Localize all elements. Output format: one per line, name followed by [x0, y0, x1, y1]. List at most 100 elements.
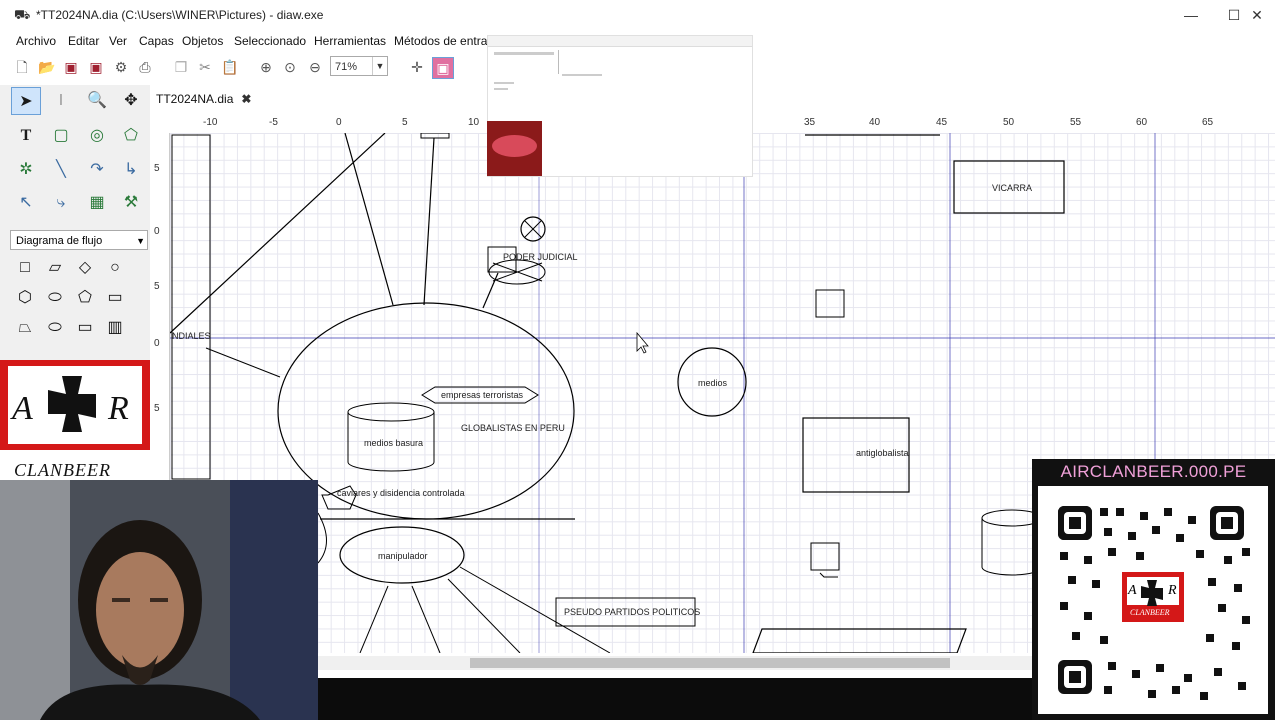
- ruler-tick: 0: [154, 226, 160, 237]
- export-icon[interactable]: ⚙: [111, 57, 131, 77]
- paste-icon[interactable]: 📋: [220, 57, 240, 77]
- menu-archivo[interactable]: Archivo: [16, 34, 56, 48]
- popup-header: [488, 36, 752, 47]
- zoom-out-icon[interactable]: ⊖: [305, 57, 325, 77]
- menu-editar[interactable]: Editar: [68, 34, 99, 48]
- scroll-tool-icon[interactable]: ✥: [116, 87, 146, 115]
- polyline-tool-icon[interactable]: ↖: [11, 189, 41, 217]
- menu-objetos[interactable]: Objetos: [182, 34, 223, 48]
- connector-line: [359, 585, 389, 653]
- manual-operation-shape-icon[interactable]: ⏢: [12, 315, 38, 341]
- card-shape-icon[interactable]: ▭: [72, 315, 98, 341]
- tab-diagram[interactable]: TT2024NA.dia ✖: [150, 88, 256, 110]
- menu-ver[interactable]: Ver: [109, 34, 127, 48]
- window-title: *TT2024NA.dia (C:\Users\WINER\Pictures) …: [36, 8, 324, 22]
- outline-tool-icon[interactable]: ⚒: [116, 189, 146, 217]
- webcam-feed: [0, 480, 318, 720]
- back-wall: [230, 480, 318, 720]
- label-empresas: empresas terroristas: [441, 390, 524, 400]
- pointer-tool-icon[interactable]: ➤: [11, 87, 41, 115]
- decision-shape-icon[interactable]: ◇: [72, 255, 98, 281]
- label-antiglobalista: antiglobalista: [856, 448, 909, 458]
- globalistas-ellipse: [277, 302, 575, 520]
- arc-tool-icon[interactable]: ↷: [82, 156, 112, 184]
- cut-icon[interactable]: ✂: [195, 57, 215, 77]
- ruler-tick: 5: [154, 403, 160, 414]
- connector-line: [317, 512, 327, 564]
- zoom-in-icon[interactable]: ⊕: [256, 57, 276, 77]
- zoom-select[interactable]: 71% ▼: [330, 56, 388, 76]
- title-bar: ⛟ *TT2024NA.dia (C:\Users\WINER\Pictures…: [0, 0, 1280, 30]
- terminal-shape-icon[interactable]: ⬭: [42, 285, 68, 311]
- open-folder-icon[interactable]: 📂: [37, 57, 57, 77]
- bezier-tool-icon[interactable]: ⤷: [46, 189, 76, 217]
- ellipse-tool-icon[interactable]: ◎: [82, 122, 112, 150]
- ruler-tick: 35: [804, 117, 816, 128]
- document-shape-icon[interactable]: ▭: [102, 285, 128, 311]
- ruler-tick: 60: [1136, 117, 1148, 128]
- save-icon[interactable]: ▣: [61, 57, 81, 77]
- qr-logo-letter-a: A: [1128, 583, 1137, 598]
- tab-close-icon[interactable]: ✖: [241, 92, 251, 106]
- chevron-down-icon: ▼: [136, 236, 145, 246]
- popup-line: [494, 52, 554, 55]
- label-pseudo-partidos: PSEUDO PARTIDOS POLITICOS: [564, 607, 701, 617]
- menu-metodos-entrada[interactable]: Métodos de entrad: [394, 34, 494, 48]
- object-snap-icon[interactable]: ▣: [432, 57, 454, 79]
- connector-line: [411, 585, 441, 653]
- zoom-value: 71%: [335, 61, 358, 73]
- close-button[interactable]: ✕: [1234, 4, 1280, 26]
- minimize-button[interactable]: —: [1168, 4, 1214, 26]
- preparation-shape-icon[interactable]: ⬡: [12, 285, 38, 311]
- logo-text: CLANBEER: [14, 460, 111, 480]
- eye: [112, 598, 130, 602]
- parallelogram-shape-icon[interactable]: ▱: [42, 255, 68, 281]
- popup-line: [494, 88, 508, 90]
- chevron-down-icon: ▼: [372, 57, 387, 75]
- connector-line: [205, 347, 281, 378]
- offpage-shape-icon[interactable]: ⬠: [72, 285, 98, 311]
- image-tool-icon[interactable]: ▦: [82, 189, 112, 217]
- zoom-fit-icon[interactable]: ⊙: [280, 57, 300, 77]
- polygon-tool-icon[interactable]: ⬠: [116, 122, 146, 150]
- zigzag-tool-icon[interactable]: ↳: [116, 156, 146, 184]
- save-as-icon[interactable]: ▣: [86, 57, 106, 77]
- process-shape-icon[interactable]: □: [12, 255, 38, 281]
- scrollbar-thumb[interactable]: [470, 658, 950, 668]
- label-globalistas: GLOBALISTAS EN PERU: [461, 423, 565, 433]
- wall: [0, 480, 70, 720]
- clan-logo: A R CLANBEER: [0, 360, 150, 480]
- qr-code: A R CLANBEER: [1038, 486, 1268, 714]
- text-edit-tool-icon[interactable]: I: [46, 87, 76, 115]
- qr-logo-letter-r: R: [1168, 583, 1177, 598]
- menu-capas[interactable]: Capas: [139, 34, 174, 48]
- ruler-tick: 45: [936, 117, 948, 128]
- beziergon-tool-icon[interactable]: ✲: [11, 156, 41, 184]
- small-square: [815, 289, 845, 318]
- box-tool-icon[interactable]: ▢: [46, 122, 76, 150]
- label-poder-judicial: PODER JUDICIAL: [503, 252, 578, 262]
- ruler-tick: 5: [154, 281, 160, 292]
- connector-shape-icon[interactable]: ○: [102, 255, 128, 281]
- qr-finder-dot: [1069, 517, 1081, 529]
- text-tool-icon[interactable]: T: [11, 122, 41, 150]
- snap-grid-icon[interactable]: ✛: [407, 57, 427, 77]
- menu-herramientas[interactable]: Herramientas: [314, 34, 386, 48]
- sheet-select[interactable]: Diagrama de flujo ▼: [10, 230, 148, 250]
- ruler-tick: 10: [468, 117, 480, 128]
- ruler-tick: 5: [154, 163, 160, 174]
- menu-seleccionado[interactable]: Seleccionado: [234, 34, 306, 48]
- ruler-tick: 55: [1070, 117, 1082, 128]
- left-column-box: [171, 134, 211, 480]
- copy-icon[interactable]: ❐: [171, 57, 191, 77]
- new-file-icon[interactable]: 🗋: [12, 57, 32, 77]
- taskbar-strip: [318, 678, 1032, 720]
- display-shape-icon[interactable]: ⬭: [42, 315, 68, 341]
- lips-shape: [492, 135, 537, 157]
- label-nidales: NDIALES: [172, 331, 211, 341]
- predefined-process-shape-icon[interactable]: ▥: [102, 315, 128, 341]
- print-icon[interactable]: ⎙: [135, 57, 155, 77]
- magnify-tool-icon[interactable]: 🔍: [82, 87, 112, 115]
- line-tool-icon[interactable]: ╲: [46, 156, 76, 184]
- label-manipulador: manipulador: [378, 551, 428, 561]
